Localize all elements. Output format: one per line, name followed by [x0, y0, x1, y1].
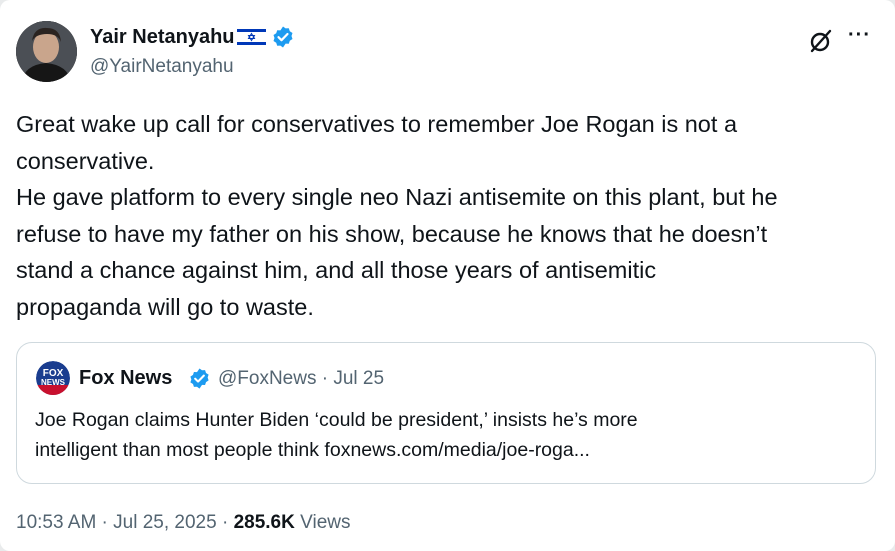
- tweet-footer: 10:53 AM · Jul 25, 2025 · 285.6K Views: [16, 512, 350, 534]
- svg-text:NEWS: NEWS: [41, 378, 66, 387]
- views-count: 285.6K: [233, 512, 295, 533]
- verified-badge-icon: [271, 25, 295, 49]
- quoted-text-line: intelligent than most people think foxne…: [35, 439, 590, 461]
- tweet-line: Great wake up call for conservatives to …: [16, 111, 738, 137]
- tweet-card: Yair Netanyahu @YairNetanyahu ··· Great …: [0, 0, 895, 551]
- quoted-text-line: Joe Rogan claims Hunter Biden ‘could be …: [35, 409, 638, 431]
- verified-badge-icon: [188, 367, 211, 390]
- quoted-handle-date[interactable]: @FoxNews · Jul 25: [218, 368, 384, 390]
- tweet-line: refuse to have my father on his show, be…: [16, 220, 768, 247]
- tweet-body: Great wake up call for conservatives to …: [16, 106, 886, 325]
- quoted-tweet[interactable]: FOX NEWS Fox News @FoxNews · Jul 25 Joe …: [16, 342, 876, 484]
- tweet-timestamp[interactable]: 10:53 AM · Jul 25, 2025 ·: [16, 512, 234, 533]
- quoted-text: Joe Rogan claims Hunter Biden ‘could be …: [35, 405, 865, 465]
- author-display-name[interactable]: Yair Netanyahu: [90, 26, 235, 49]
- israel-flag-icon: [236, 27, 266, 47]
- tweet-line: He gave platform to every single neo Naz…: [16, 184, 778, 210]
- grok-icon[interactable]: [808, 28, 834, 54]
- avatar-photo: [16, 21, 77, 82]
- fox-news-logo-icon[interactable]: FOX NEWS: [36, 361, 70, 395]
- avatar[interactable]: [16, 21, 77, 82]
- author-name-row[interactable]: Yair Netanyahu: [90, 24, 295, 50]
- quoted-author-name[interactable]: Fox News: [79, 367, 172, 390]
- tweet-line: propaganda will go to waste.: [16, 293, 314, 320]
- tweet-line: stand a chance against him, and all thos…: [16, 257, 657, 283]
- author-handle[interactable]: @YairNetanyahu: [90, 56, 234, 78]
- tweet-line: conservative.: [16, 147, 155, 174]
- more-options-button[interactable]: ···: [848, 25, 876, 48]
- views-label: Views: [294, 512, 351, 533]
